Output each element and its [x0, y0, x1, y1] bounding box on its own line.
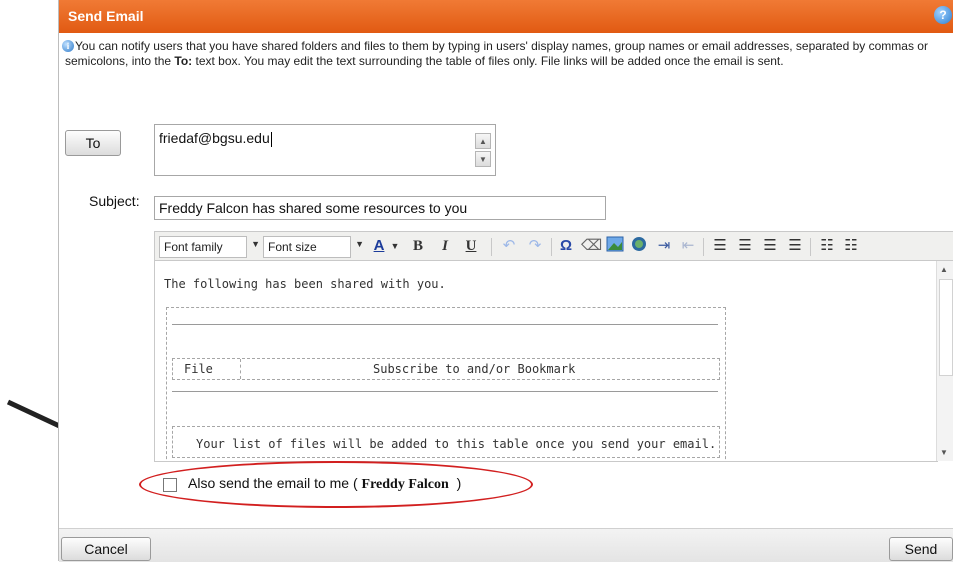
- undo-icon[interactable]: ↶: [499, 236, 519, 256]
- send-copy-checkbox[interactable]: [163, 478, 177, 492]
- underline-button[interactable]: U: [462, 236, 480, 256]
- toolbar-divider: [810, 238, 811, 256]
- eraser-icon[interactable]: ⌫: [581, 236, 602, 256]
- send-button[interactable]: Send: [889, 537, 953, 561]
- dialog-footer: [59, 528, 953, 562]
- to-button[interactable]: To: [65, 130, 121, 156]
- table-border: [172, 324, 718, 325]
- numbered-list-icon[interactable]: ☷: [817, 236, 837, 256]
- bullet-list-icon[interactable]: ☷: [841, 236, 861, 256]
- toolbar-divider: [703, 238, 704, 256]
- scroll-down-icon[interactable]: ▼: [940, 448, 948, 457]
- scrollbar-thumb[interactable]: [939, 279, 953, 376]
- subject-label: Subject:: [89, 193, 140, 209]
- column-header-file: File: [184, 362, 213, 376]
- info-message: You can notify users that you have share…: [65, 39, 928, 68]
- chevron-down-icon: ▼: [355, 239, 364, 249]
- align-justify-icon[interactable]: ☰: [785, 236, 805, 256]
- special-char-button[interactable]: Ω: [556, 236, 576, 256]
- bold-button[interactable]: B: [409, 236, 427, 256]
- table-placeholder-message: Your list of files will be added to this…: [196, 437, 717, 451]
- scroll-up-icon[interactable]: ▲: [940, 265, 948, 274]
- redo-icon[interactable]: ↷: [525, 236, 545, 256]
- font-size-select[interactable]: Font size ▼: [263, 236, 364, 258]
- user-name: Freddy Falcon: [361, 477, 449, 492]
- editor-toolbar: Font family ▼ Font size ▼ A ▼ B I U ↶ ↷ Ω …: [154, 231, 953, 261]
- to-value: friedaf@bgsu.edu: [159, 130, 270, 146]
- editor-scrollbar[interactable]: ▲ ▼: [936, 261, 953, 461]
- chevron-down-icon: ▼: [251, 239, 260, 249]
- column-divider: [240, 359, 242, 379]
- send-copy-label: Also send the email to me ( Freddy Falco…: [188, 475, 462, 492]
- font-family-select[interactable]: Font family ▼: [159, 236, 260, 258]
- files-table: File Subscribe to and/or Bookmark Your l…: [166, 307, 726, 461]
- table-header-row: File Subscribe to and/or Bookmark: [172, 358, 720, 380]
- chevron-down-icon[interactable]: ▼: [389, 236, 401, 256]
- toolbar-divider: [491, 238, 492, 256]
- to-scrollbar[interactable]: ▲ ▼: [475, 130, 491, 170]
- align-left-icon[interactable]: ☰: [710, 236, 730, 256]
- toolbar-divider: [551, 238, 552, 256]
- table-border: [172, 391, 718, 392]
- align-center-icon[interactable]: ☰: [735, 236, 755, 256]
- dialog-titlebar: Send Email ?: [59, 0, 953, 33]
- scroll-down-icon[interactable]: ▼: [475, 151, 491, 167]
- dialog-title: Send Email: [68, 8, 144, 24]
- outdent-icon[interactable]: ⇤: [678, 236, 698, 256]
- send-email-dialog: Send Email ? i You can notify users that…: [58, 0, 953, 562]
- cancel-button[interactable]: Cancel: [61, 537, 151, 561]
- scroll-up-icon[interactable]: ▲: [475, 133, 491, 149]
- table-message-row: Your list of files will be added to this…: [172, 426, 720, 458]
- to-input[interactable]: friedaf@bgsu.edu ▲ ▼: [154, 124, 496, 176]
- link-icon[interactable]: [630, 236, 650, 256]
- email-body-editor[interactable]: The following has been shared with you. …: [154, 261, 938, 462]
- align-right-icon[interactable]: ☰: [760, 236, 780, 256]
- indent-icon[interactable]: ⇥: [654, 236, 674, 256]
- subject-input[interactable]: Freddy Falcon has shared some resources …: [154, 196, 606, 220]
- help-icon[interactable]: ?: [934, 6, 952, 24]
- editor-intro-text: The following has been shared with you.: [164, 277, 446, 291]
- subject-value: Freddy Falcon has shared some resources …: [159, 200, 468, 216]
- font-color-icon[interactable]: A: [367, 236, 391, 256]
- column-header-subscribe: Subscribe to and/or Bookmark: [373, 362, 576, 376]
- italic-button[interactable]: I: [436, 236, 454, 256]
- image-icon[interactable]: [605, 236, 625, 256]
